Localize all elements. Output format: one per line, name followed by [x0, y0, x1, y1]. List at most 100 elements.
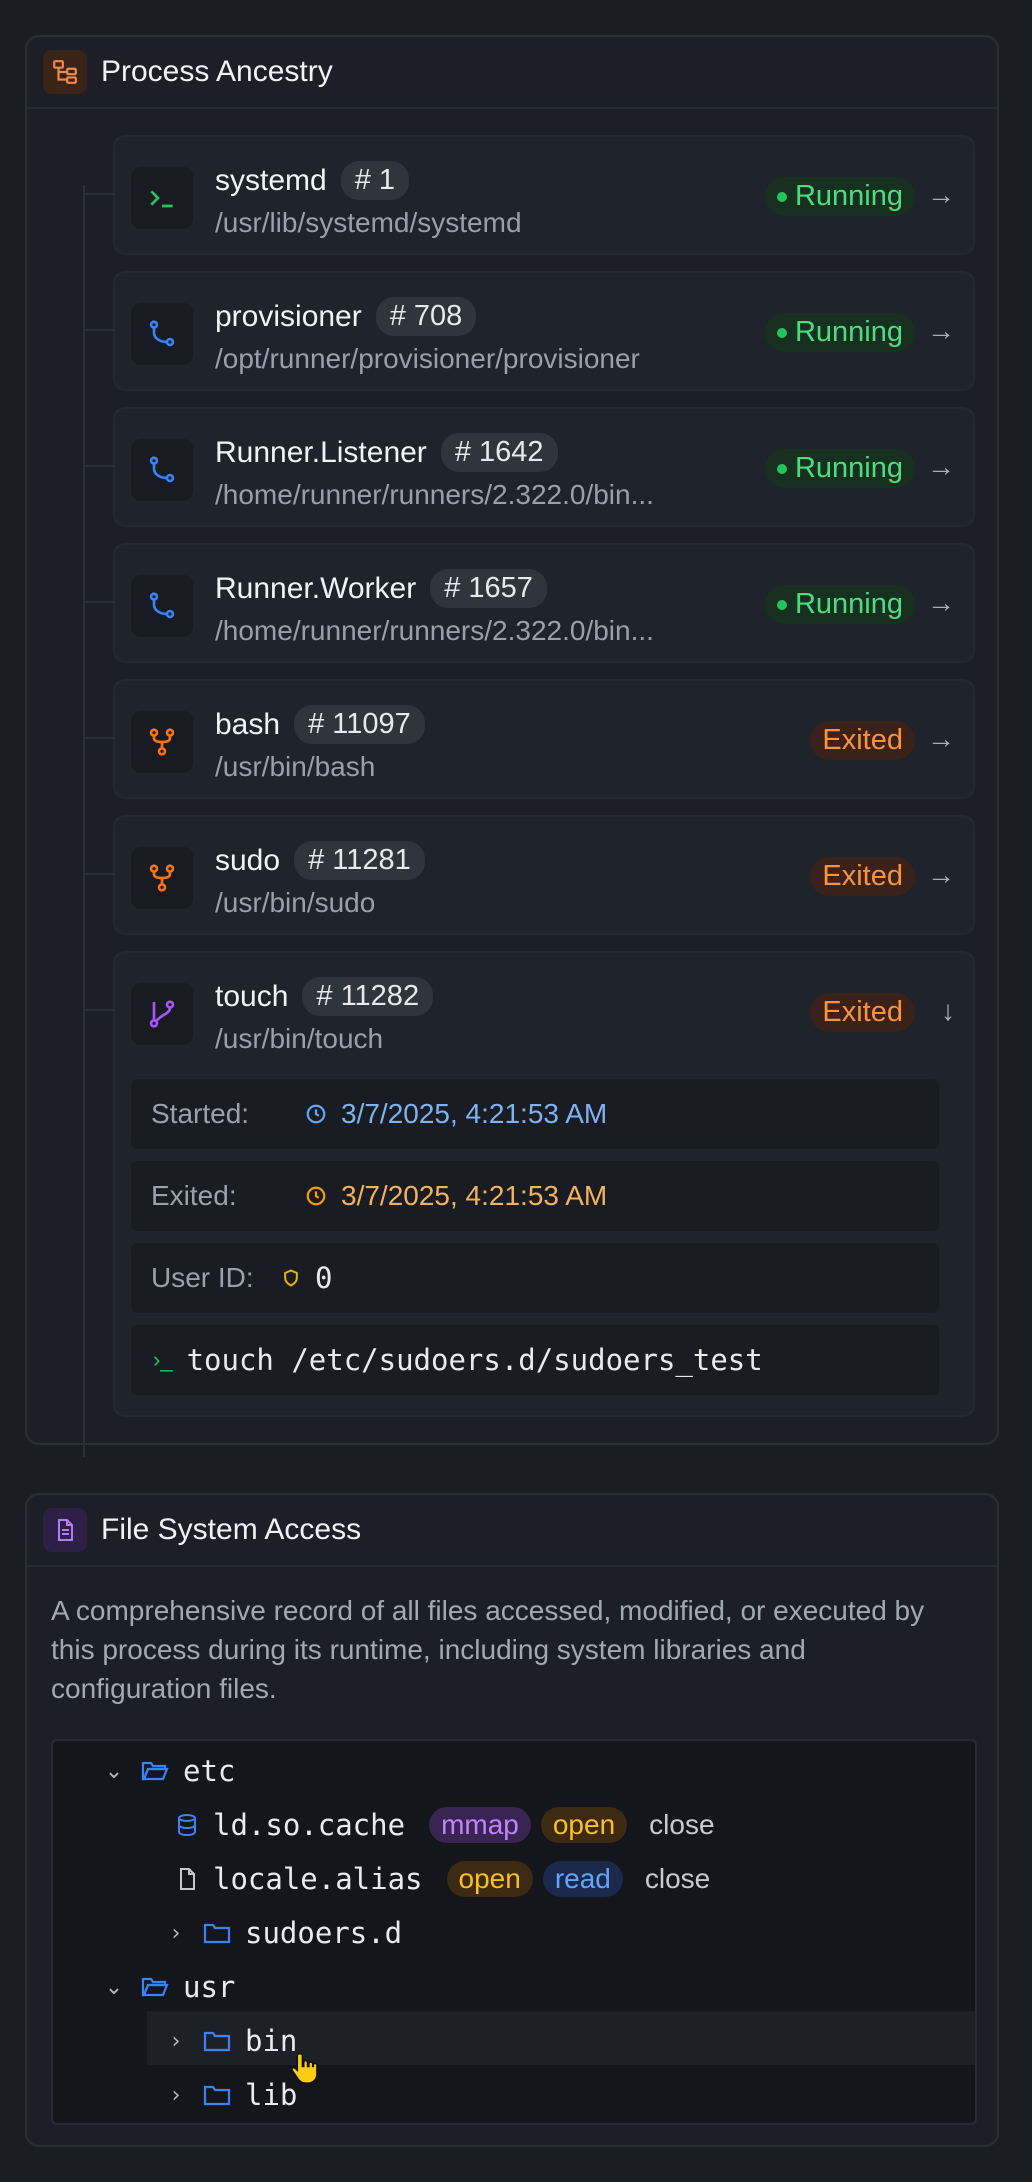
- process-row-touch[interactable]: touch # 11282 /usr/bin/touch Exited ↓: [85, 951, 975, 1071]
- clock-icon: [306, 1104, 326, 1124]
- file-system-panel: File System Access A comprehensive recor…: [25, 1493, 999, 2147]
- user-id-label: User ID:: [151, 1262, 254, 1293]
- process-name: provisioner: [215, 299, 362, 333]
- folder-icon: [203, 1921, 231, 1945]
- folder-usr[interactable]: ⌄ usr: [99, 1963, 236, 2011]
- chevron-down-icon[interactable]: ⌄: [99, 1975, 129, 2000]
- process-path: /home/runner/runners/2.322.0/bin...: [215, 479, 654, 510]
- document-icon: [43, 1508, 87, 1552]
- process-name: Runner.Worker: [215, 571, 417, 605]
- pid-badge: # 11282: [302, 977, 434, 1016]
- op-tag-open: open: [446, 1861, 533, 1897]
- pid-badge: # 1657: [430, 569, 547, 608]
- git-branch-icon: [131, 575, 193, 637]
- file-locale-alias[interactable]: locale.alias open read close: [163, 1855, 722, 1903]
- process-name: touch: [215, 979, 289, 1013]
- tree-structure-icon: [43, 50, 87, 94]
- folder-name: sudoers.d: [245, 1916, 403, 1950]
- hand-cursor-icon: [289, 2051, 321, 2092]
- process-name: systemd: [215, 163, 327, 197]
- folder-open-icon: [141, 1975, 169, 1999]
- process-name: sudo: [215, 843, 281, 877]
- git-branch-icon: [131, 439, 193, 501]
- process-name: Runner.Listener: [215, 435, 427, 469]
- arrow-right-icon[interactable]: →: [927, 859, 955, 891]
- status-badge: Exited: [810, 857, 915, 896]
- git-branch-icon: [131, 303, 193, 365]
- started-row: Started: 3/7/2025, 4:21:53 AM: [131, 1079, 939, 1149]
- process-row-systemd[interactable]: systemd # 1 /usr/lib/systemd/systemd Runn…: [85, 135, 975, 255]
- process-ancestry-header: Process Ancestry: [27, 37, 997, 109]
- process-name: bash: [215, 707, 281, 741]
- process-path: /usr/bin/sudo: [215, 887, 376, 918]
- process-details: Started: 3/7/2025, 4:21:53 AM Exited: 3/…: [113, 1071, 975, 1417]
- folder-icon: [203, 2029, 231, 2053]
- git-merge-icon: [131, 983, 193, 1045]
- op-tag-read: read: [542, 1861, 623, 1897]
- arrow-right-icon[interactable]: →: [927, 451, 955, 483]
- process-row-bash[interactable]: bash # 11097 /usr/bin/bash Exited →: [85, 679, 975, 799]
- arrow-right-icon[interactable]: →: [927, 315, 955, 347]
- pid-badge: # 1: [340, 161, 410, 200]
- process-row-sudo[interactable]: sudo # 11281 /usr/bin/sudo Exited →: [85, 815, 975, 935]
- user-id-row: User ID: 0: [131, 1243, 939, 1313]
- status-badge: Running: [764, 313, 915, 352]
- exited-label: Exited:: [151, 1180, 237, 1211]
- clock-icon: [306, 1186, 326, 1206]
- process-row-runner-listener[interactable]: Runner.Listener # 1642 /home/runner/runne…: [85, 407, 975, 527]
- git-fork-icon: [131, 847, 193, 909]
- file-system-description: A comprehensive record of all files acce…: [51, 1595, 925, 1704]
- pid-badge: # 708: [375, 297, 477, 336]
- arrow-down-icon[interactable]: ↓: [941, 995, 955, 1027]
- chevron-down-icon[interactable]: ⌄: [99, 1759, 129, 1784]
- user-id-value: 0: [315, 1261, 333, 1295]
- op-tag-mmap: mmap: [429, 1807, 531, 1843]
- file-icon: [175, 1866, 199, 1892]
- status-badge: Exited: [810, 993, 915, 1032]
- started-value: 3/7/2025, 4:21:53 AM: [341, 1098, 608, 1129]
- folder-icon: [203, 2083, 231, 2107]
- folder-bin[interactable]: › bin: [161, 2017, 298, 2065]
- started-label: Started:: [151, 1098, 250, 1129]
- op-tag-open: open: [540, 1807, 628, 1843]
- status-badge: Running: [764, 585, 915, 624]
- status-badge: Exited: [810, 721, 915, 760]
- arrow-right-icon[interactable]: →: [927, 179, 955, 211]
- git-fork-icon: [131, 711, 193, 773]
- file-name: ld.so.cache: [213, 1808, 406, 1842]
- prompt-icon: ›_: [153, 1347, 173, 1372]
- process-ancestry-panel: Process Ancestry systemd # 1 /usr/lib/sys…: [25, 35, 999, 1457]
- file-name: locale.alias: [213, 1862, 423, 1896]
- arrow-right-icon[interactable]: →: [927, 723, 955, 755]
- process-path: /opt/runner/provisioner/provisioner: [215, 343, 640, 374]
- chevron-right-icon[interactable]: ›: [161, 1921, 191, 1946]
- pid-badge: # 11281: [294, 841, 425, 880]
- folder-name: etc: [183, 1754, 236, 1788]
- process-row-provisioner[interactable]: provisioner # 708 /opt/runner/provisioner…: [85, 271, 975, 391]
- pid-badge: # 1642: [440, 433, 558, 472]
- process-row-runner-worker[interactable]: Runner.Worker # 1657 /home/runner/runners…: [85, 543, 975, 663]
- chevron-right-icon[interactable]: ›: [161, 2029, 191, 2054]
- folder-lib[interactable]: › lib: [161, 2071, 298, 2119]
- exited-row: Exited: 3/7/2025, 4:21:53 AM: [131, 1161, 939, 1231]
- file-ld-so-cache[interactable]: ld.so.cache mmap open close: [163, 1801, 727, 1849]
- arrow-right-icon[interactable]: →: [927, 587, 955, 619]
- process-path: /usr/bin/touch: [215, 1023, 384, 1054]
- file-system-header: File System Access: [27, 1495, 997, 1567]
- command-row: ›_ touch /etc/sudoers.d/sudoers_test: [131, 1325, 939, 1395]
- file-tree: ⌄ etc ld.so.cache mmap open close locale…: [51, 1739, 977, 2125]
- folder-sudoers-d[interactable]: › sudoers.d: [161, 1909, 403, 1957]
- shield-icon: [284, 1269, 298, 1287]
- pid-badge: # 11097: [294, 705, 425, 744]
- folder-etc[interactable]: ⌄ etc: [99, 1747, 236, 1795]
- folder-name: usr: [183, 1970, 236, 2004]
- status-badge: Running: [764, 177, 915, 216]
- database-icon: [175, 1812, 199, 1838]
- process-path: /usr/lib/systemd/systemd: [215, 207, 522, 238]
- op-tag-close: close: [649, 1809, 715, 1840]
- process-path: /home/runner/runners/2.322.0/bin...: [215, 615, 654, 646]
- op-tag-close: close: [644, 1863, 711, 1894]
- command-text: touch /etc/sudoers.d/sudoers_test: [186, 1343, 763, 1377]
- status-badge: Running: [764, 449, 915, 488]
- chevron-right-icon[interactable]: ›: [161, 2083, 191, 2108]
